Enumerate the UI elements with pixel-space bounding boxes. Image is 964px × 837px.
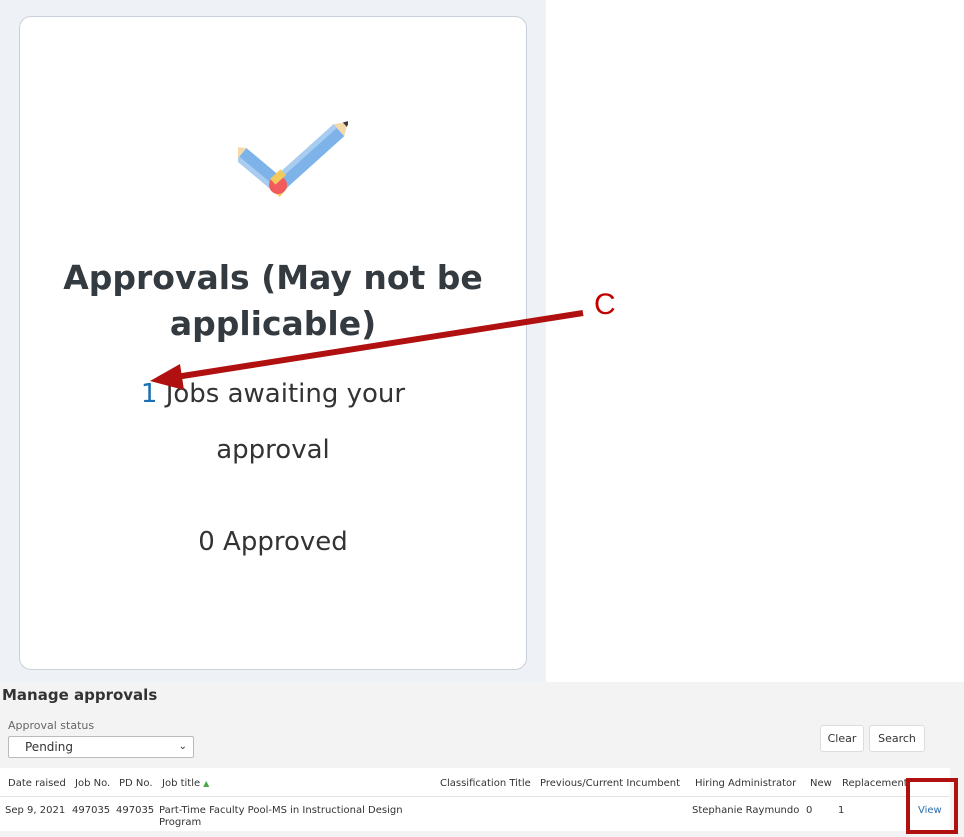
col-hiring-admin[interactable]: Hiring Administrator <box>695 778 796 789</box>
col-new[interactable]: New <box>810 778 832 789</box>
approval-status-label: Approval status <box>8 719 95 732</box>
annotation-label-c: C <box>594 288 616 321</box>
panel-title: Manage approvals <box>2 686 158 704</box>
approvals-card[interactable]: Approvals (May not be applicable) 1 Jobs… <box>19 16 527 670</box>
card-title-line1: Approvals (May not be <box>63 258 483 297</box>
awaiting-text-line1: Jobs awaiting your <box>165 379 406 409</box>
pencil-checkmark-icon <box>238 120 348 197</box>
cell-replacement: 1 <box>838 805 845 816</box>
header-divider <box>0 796 950 797</box>
approved-text: Approved <box>223 527 348 557</box>
view-link[interactable]: View <box>918 805 942 816</box>
chevron-down-icon: ⌄ <box>178 741 187 752</box>
manage-approvals-panel: Manage approvals Approval status Pending… <box>0 682 964 837</box>
cell-job-title: Part-Time Faculty Pool-MS in Instruction… <box>159 805 403 828</box>
card-title: Approvals (May not be applicable) <box>20 255 526 347</box>
approval-status-select[interactable]: Pending ⌄ <box>8 736 194 758</box>
approval-status-value: Pending <box>25 740 73 754</box>
col-date-raised[interactable]: Date raised <box>8 778 66 789</box>
col-job-no[interactable]: Job No. <box>75 778 110 789</box>
approved-stat: 0 Approved <box>20 527 526 557</box>
awaiting-text-line2: approval <box>216 435 330 465</box>
col-classification-title[interactable]: Classification Title <box>440 778 531 789</box>
cell-date-raised: Sep 9, 2021 <box>5 805 66 816</box>
approvals-table: Date raised Job No. PD No. Job title ▲ Cl… <box>0 768 950 831</box>
col-replacement[interactable]: Replacement <box>842 778 906 789</box>
col-pd-no[interactable]: PD No. <box>119 778 153 789</box>
cell-new: 0 <box>806 805 813 816</box>
cell-pd-no: 497035 <box>116 805 155 816</box>
col-job-title-label: Job title <box>162 778 201 789</box>
card-title-line2: applicable) <box>169 304 377 343</box>
cell-job-no: 497035 <box>72 805 111 816</box>
approved-count: 0 <box>198 527 215 557</box>
col-incumbent[interactable]: Previous/Current Incumbent <box>540 778 680 789</box>
sort-ascending-icon: ▲ <box>203 779 210 788</box>
cell-hiring-admin: Stephanie Raymundo <box>692 805 800 816</box>
awaiting-count[interactable]: 1 <box>141 379 158 409</box>
awaiting-approval-link[interactable]: 1 Jobs awaiting your <box>20 379 526 409</box>
search-button[interactable]: Search <box>869 725 925 752</box>
clear-button[interactable]: Clear <box>820 725 864 752</box>
col-job-title[interactable]: Job title ▲ <box>162 778 209 789</box>
